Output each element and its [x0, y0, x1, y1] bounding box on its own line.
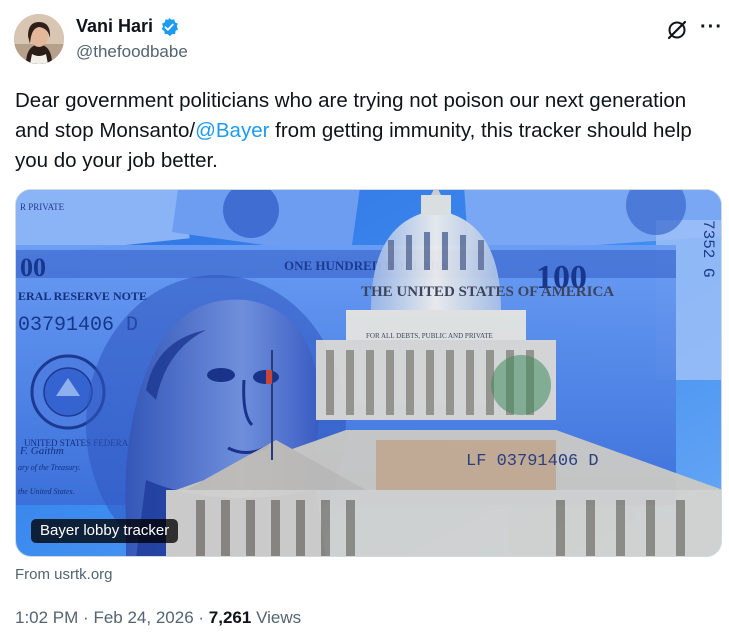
mention-link[interactable]: @Bayer [195, 119, 269, 142]
tweet-meta: 1:02 PM · Feb 24, 2026 · 7,261 Views [15, 608, 301, 628]
author-handle[interactable]: @thefoodbabe [76, 42, 188, 62]
bill-side-serial-text: 7352 G [699, 220, 717, 278]
media-card-label: Bayer lobby tracker [31, 519, 179, 543]
meta-separator-2: · [198, 608, 205, 627]
bill-signature-text: F. Gaithm [19, 445, 64, 457]
author-display-name[interactable]: Vani Hari [76, 16, 153, 37]
bill-treasury-text: ary of the Treasury. [18, 463, 80, 472]
media-source-link[interactable]: From usrtk.org [15, 566, 113, 583]
views-label: Views [256, 608, 302, 627]
bill-note-private-text: R PRIVATE [20, 202, 65, 212]
grok-icon[interactable] [666, 19, 688, 41]
views-count[interactable]: 7,261 [209, 608, 252, 627]
bill-united-states-small-text: the United States. [18, 487, 75, 496]
meta-separator-1: · [83, 608, 89, 627]
tweet-text: Dear government politicians who are tryi… [15, 86, 705, 176]
bill-serial-right-text: LF 03791406 D [466, 452, 599, 471]
bill-reserve-note-text: ERAL RESERVE NOTE [18, 289, 147, 303]
svg-text:00: 00 [20, 253, 46, 282]
media-image[interactable]: R PRIVATE 7352 G 00 ONE HUNDRED DOLLARS … [15, 189, 722, 557]
avatar[interactable] [14, 14, 64, 64]
tweet: Vani Hari @thefoodbabe ··· Dear governme… [0, 0, 729, 634]
author-name-row[interactable]: Vani Hari [76, 16, 179, 37]
tweet-date[interactable]: Feb 24, 2026 [93, 608, 193, 627]
bill-united-states-text: THE UNITED STATES OF AMERICA [361, 284, 614, 300]
bill-all-debts-text: FOR ALL DEBTS, PUBLIC AND PRIVATE [366, 332, 493, 340]
tweet-time[interactable]: 1:02 PM [15, 608, 78, 627]
verified-badge-icon [159, 17, 179, 37]
more-icon[interactable]: ··· [700, 16, 723, 39]
